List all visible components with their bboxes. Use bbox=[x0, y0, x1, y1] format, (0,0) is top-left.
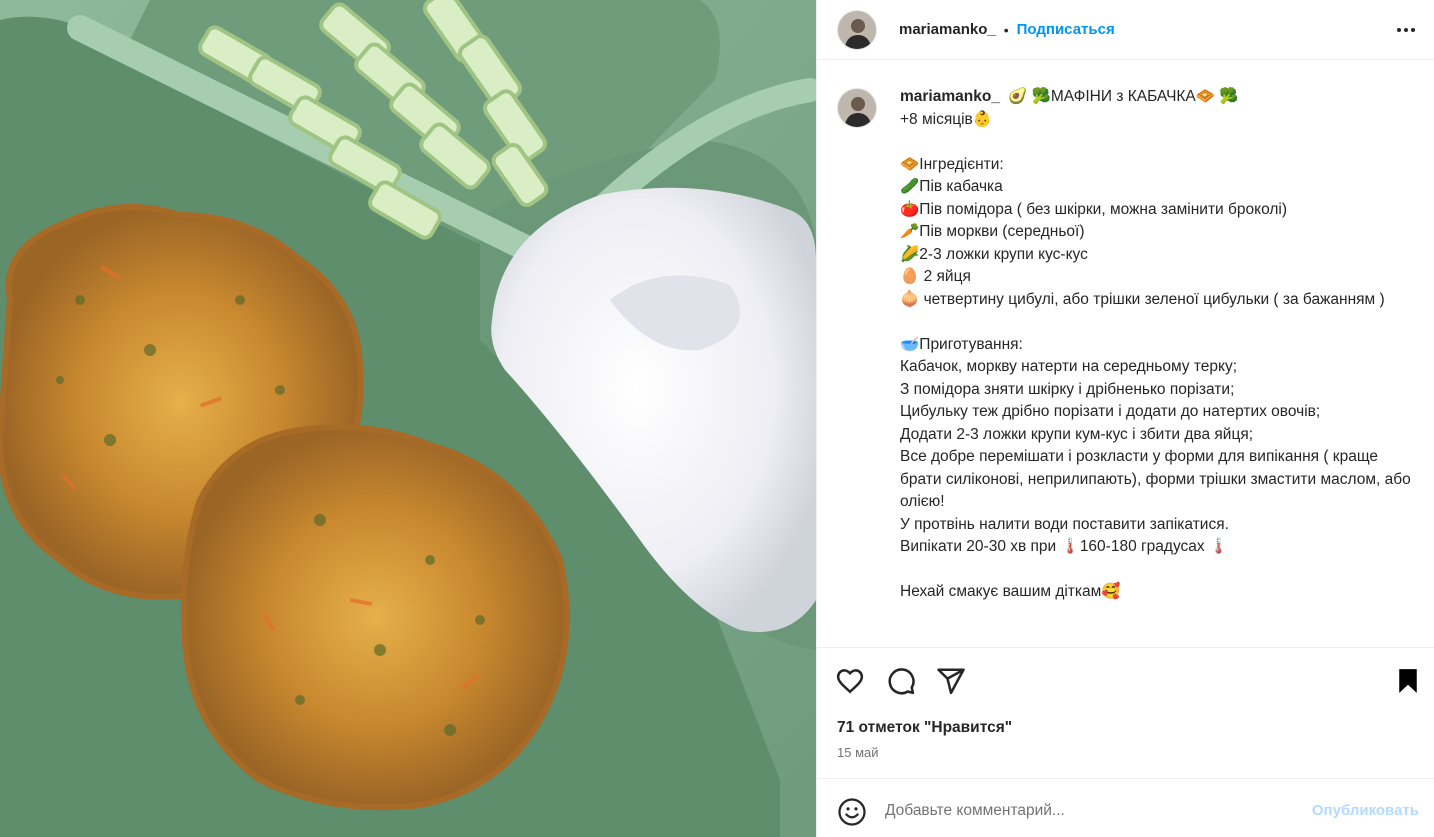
follow-button[interactable]: Подписаться bbox=[1017, 21, 1115, 38]
separator-dot: • bbox=[1003, 21, 1009, 38]
author-username[interactable]: mariamanko_ bbox=[899, 21, 996, 38]
publish-comment-button[interactable]: Опубликовать bbox=[1312, 802, 1419, 819]
post-details-panel: mariamanko_ • Подписаться mariamanko_ 🥑 🥦… bbox=[816, 0, 1434, 837]
post-photo[interactable] bbox=[0, 0, 816, 837]
author-avatar[interactable] bbox=[837, 9, 877, 50]
caption-username[interactable]: mariamanko_ bbox=[900, 88, 1000, 105]
caption-author-avatar[interactable] bbox=[837, 88, 877, 128]
food-photo-image bbox=[0, 0, 816, 837]
post-header: mariamanko_ • Подписаться bbox=[817, 0, 1434, 60]
likes-count[interactable]: 71 отметок "Нравится" bbox=[837, 719, 1012, 737]
caption-body: 🥑 🥦МАФІНИ з КАБАЧКА🧇 🥦 +8 місяців👶 🧇Інгр… bbox=[900, 88, 1411, 600]
bookmark-icon[interactable] bbox=[1393, 666, 1423, 696]
paper-plane-icon[interactable] bbox=[936, 666, 966, 696]
add-comment-bar: Опубликовать bbox=[817, 778, 1434, 837]
comment-input[interactable] bbox=[885, 798, 1285, 824]
heart-icon[interactable] bbox=[835, 666, 865, 696]
action-bar bbox=[817, 656, 1434, 708]
caption-text: mariamanko_ 🥑 🥦МАФІНИ з КАБАЧКА🧇 🥦 +8 міс… bbox=[900, 86, 1420, 604]
more-options-icon[interactable] bbox=[1394, 20, 1418, 40]
comments-scroll-area[interactable]: mariamanko_ 🥑 🥦МАФІНИ з КАБАЧКА🧇 🥦 +8 міс… bbox=[817, 68, 1434, 648]
comment-bubble-icon[interactable] bbox=[886, 666, 916, 696]
emoji-smile-icon[interactable] bbox=[837, 797, 867, 827]
post-date[interactable]: 15 май bbox=[837, 745, 879, 760]
